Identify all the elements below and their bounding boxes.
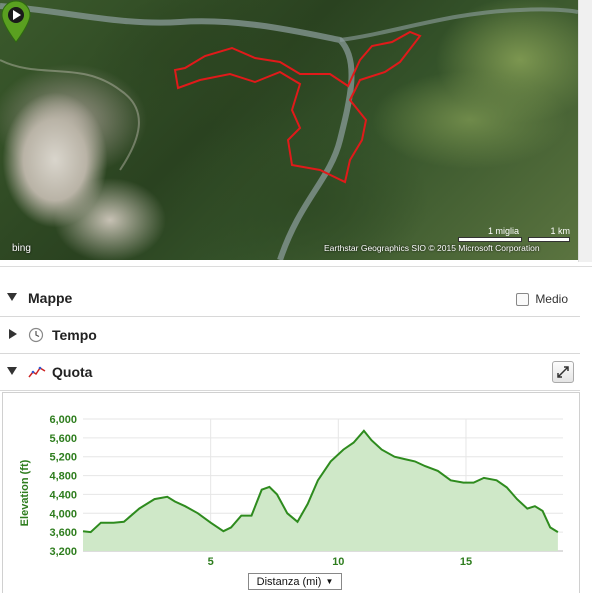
fullscreen-button[interactable] — [552, 361, 574, 383]
medio-checkbox[interactable] — [516, 292, 530, 306]
x-axis-labels: 5 10 15 — [208, 556, 473, 568]
y-tick-label: 5,600 — [49, 433, 77, 445]
elevation-area — [83, 430, 558, 551]
collapse-triangle-icon[interactable] — [7, 367, 17, 375]
divider — [0, 266, 592, 267]
elevation-chart-icon — [28, 366, 46, 378]
scale-miles-bar — [458, 237, 522, 242]
panel-title-mappe: Mappe — [28, 290, 73, 306]
y-tick-label: 3,600 — [49, 527, 77, 539]
panel-mappe[interactable]: Mappe Medio — [0, 280, 580, 317]
medio-label: Medio — [535, 292, 568, 306]
satellite-map[interactable]: bing 1 miglia 1 km Earthstar Geographics… — [0, 0, 578, 260]
expand-arrows-icon — [557, 366, 569, 378]
panel-title-tempo: Tempo — [52, 327, 97, 343]
y-tick-label: 6,000 — [49, 414, 77, 426]
dropdown-arrow-icon: ▼ — [325, 577, 334, 586]
y-tick-label: 5,200 — [49, 452, 77, 464]
elevation-chart-svg: 6,000 5,600 5,200 4,800 4,400 4,000 3,600 3,200… — [19, 414, 563, 568]
elevation-chart: 6,000 5,600 5,200 4,800 4,400 4,000 3,600 3,200… — [2, 392, 580, 593]
clock-icon — [28, 327, 44, 343]
y-tick-label: 4,400 — [49, 489, 77, 501]
panel-quota[interactable]: Quota — [0, 354, 580, 391]
x-tick-label: 5 — [208, 556, 214, 568]
scale-km-bar — [528, 237, 570, 242]
y-tick-label: 3,200 — [49, 546, 77, 558]
scale-km-label: 1 km — [550, 226, 570, 236]
distance-select-label: Distanza (mi) — [256, 575, 322, 588]
medio-toggle[interactable]: Medio — [516, 292, 568, 306]
map-scale: 1 miglia 1 km — [458, 226, 572, 242]
panel-title-quota: Quota — [52, 364, 93, 380]
expand-triangle-icon[interactable] — [9, 329, 17, 339]
scale-miles-label: 1 miglia — [488, 226, 520, 236]
x-tick-label: 15 — [460, 556, 472, 568]
page-scrollbar[interactable] — [578, 0, 592, 262]
panel-tempo[interactable]: Tempo — [0, 317, 580, 354]
route-line — [173, 30, 422, 184]
collapse-triangle-icon[interactable] — [7, 293, 17, 301]
bing-logo: bing — [12, 243, 31, 254]
y-tick-label: 4,800 — [49, 471, 77, 483]
map-overlay — [0, 3, 578, 260]
x-tick-label: 10 — [332, 556, 344, 568]
distance-unit-select[interactable]: Distanza (mi) ▼ — [248, 573, 342, 590]
y-axis-title: Elevation (ft) — [19, 459, 31, 526]
start-marker-icon[interactable] — [0, 0, 32, 44]
y-axis-labels: 6,000 5,600 5,200 4,800 4,400 4,000 3,600 3,200 — [49, 414, 77, 558]
map-attribution: Earthstar Geographics SIO © 2015 Microso… — [324, 243, 540, 253]
y-tick-label: 4,000 — [49, 508, 77, 520]
